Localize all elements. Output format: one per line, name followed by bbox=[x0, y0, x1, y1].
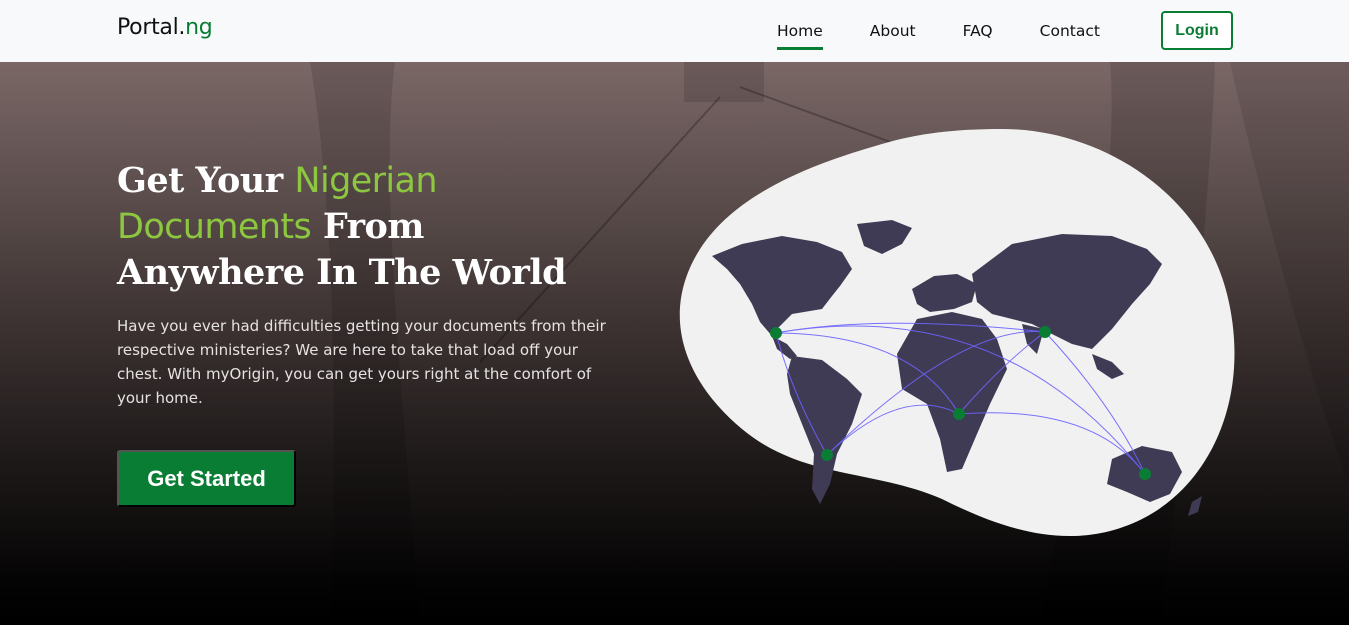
get-started-button[interactable]: Get Started bbox=[117, 450, 296, 507]
brand-name: Portal. bbox=[117, 15, 186, 40]
map-dot-north-america bbox=[770, 327, 782, 339]
map-dot-asia bbox=[1039, 326, 1051, 338]
map-dot-africa bbox=[953, 408, 965, 420]
map-dot-australia bbox=[1139, 468, 1151, 480]
nav-faq-link[interactable]: FAQ bbox=[963, 18, 993, 44]
nav-home-link[interactable]: Home bbox=[777, 18, 823, 50]
navbar: Portal.ng Home About FAQ Contact Login bbox=[0, 0, 1349, 62]
hero-description: Have you ever had difficulties getting y… bbox=[117, 317, 606, 407]
headline-text-2: From bbox=[311, 206, 425, 247]
brand-logo[interactable]: Portal.ng bbox=[117, 15, 213, 40]
headline-highlight-1: Nigerian bbox=[294, 161, 437, 201]
nav-contact-link[interactable]: Contact bbox=[1040, 18, 1100, 44]
map-dot-south-america bbox=[821, 449, 833, 461]
nav-about-link[interactable]: About bbox=[870, 18, 916, 44]
headline-highlight-2: Documents bbox=[117, 207, 312, 247]
world-map-illustration bbox=[679, 129, 1235, 537]
login-button[interactable]: Login bbox=[1161, 11, 1233, 50]
hero-headline: Get Your Nigerian Documents From Anywhere … bbox=[117, 158, 617, 295]
nav-links: Home About FAQ Contact bbox=[777, 0, 1147, 62]
headline-text-1: Get Your bbox=[117, 160, 295, 201]
map-new-zealand bbox=[1188, 496, 1202, 516]
hero-section: Get Your Nigerian Documents From Anywhere … bbox=[0, 62, 1349, 625]
brand-name-accent: ng bbox=[185, 15, 213, 40]
headline-text-3: Anywhere In The World bbox=[117, 252, 567, 293]
